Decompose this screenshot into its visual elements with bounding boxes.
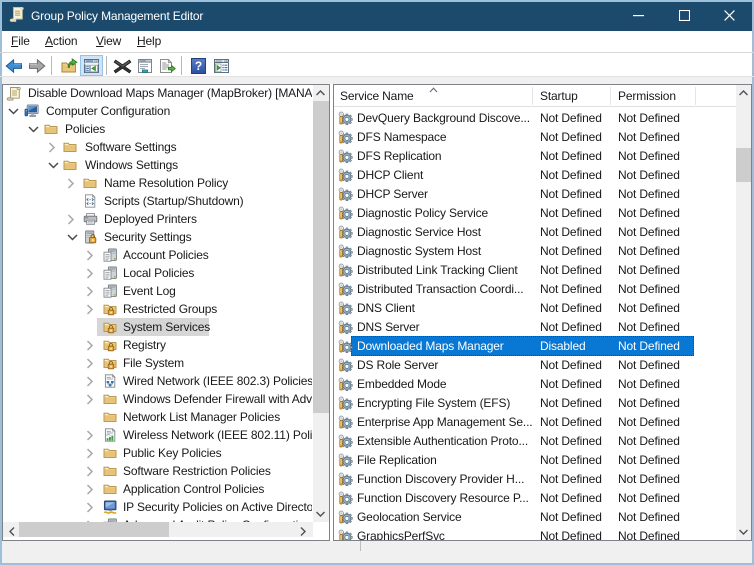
svg-text:?: ? [195, 59, 202, 73]
